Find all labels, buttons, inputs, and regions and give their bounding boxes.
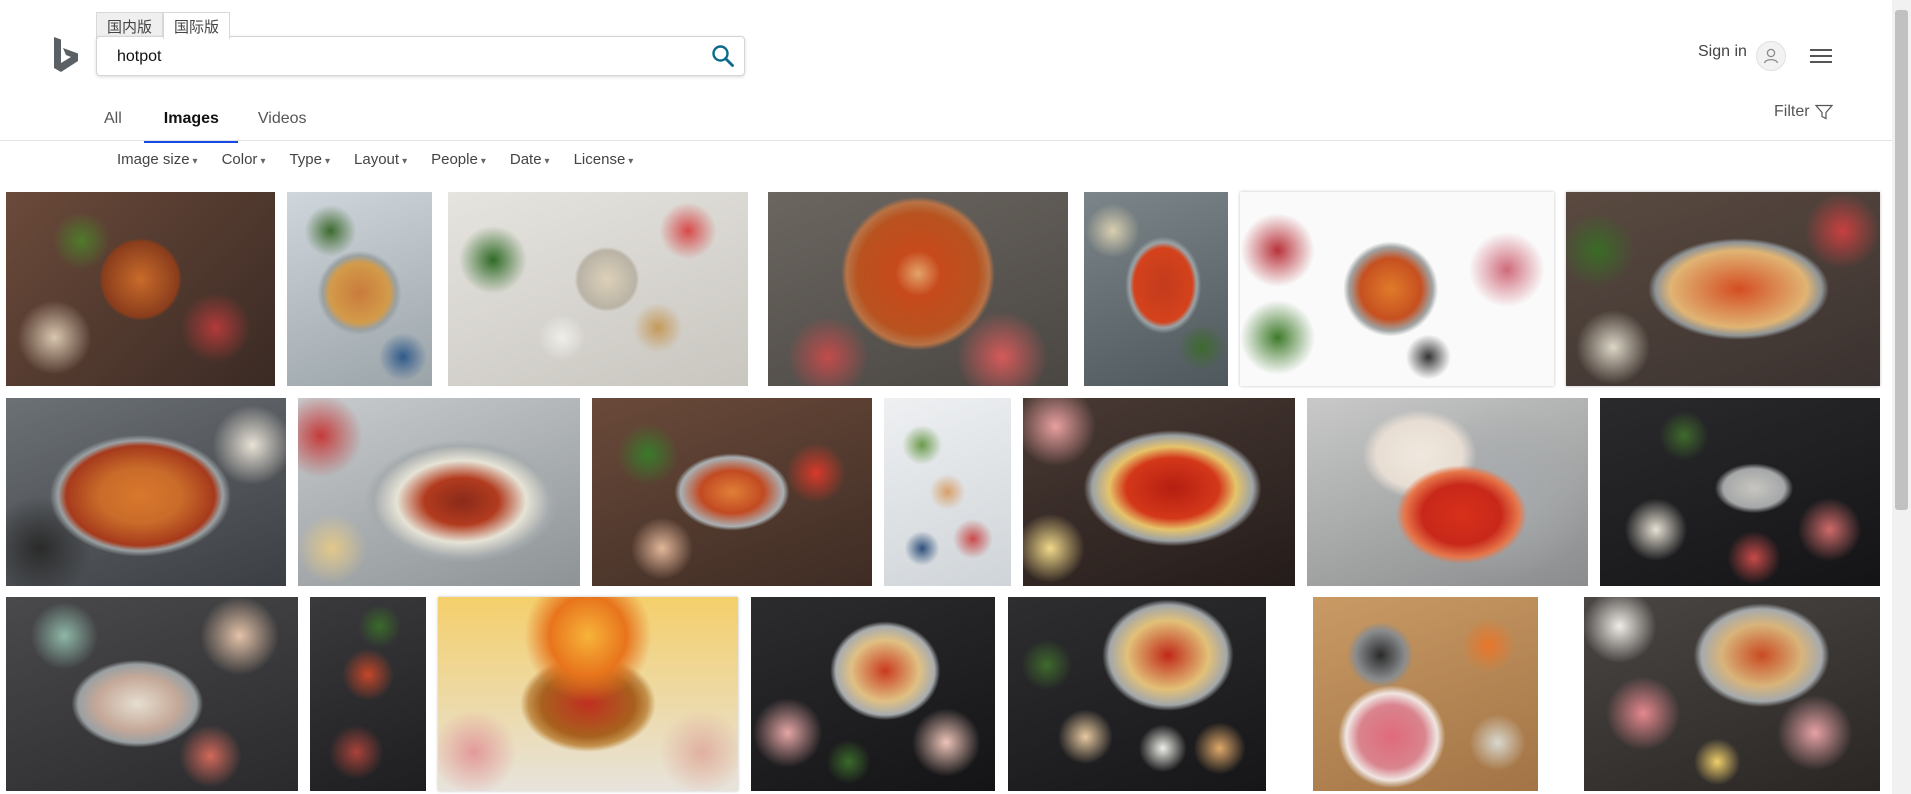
region-tabs: 国内版 国际版	[96, 12, 231, 39]
funnel-icon	[1814, 104, 1833, 120]
filter-label: Filter	[1774, 103, 1810, 120]
person-icon	[1763, 48, 1779, 64]
image-result[interactable]	[6, 192, 275, 386]
image-result[interactable]	[592, 398, 872, 586]
tab-videos[interactable]: Videos	[258, 108, 307, 143]
image-result[interactable]	[6, 398, 286, 586]
search-box	[96, 36, 745, 77]
image-result[interactable]	[1566, 192, 1880, 386]
chevron-down-icon: ▾	[480, 156, 486, 167]
image-result[interactable]	[1313, 597, 1538, 791]
chevron-down-icon: ▾	[192, 156, 198, 167]
image-result[interactable]	[6, 597, 298, 791]
image-result[interactable]	[1240, 192, 1554, 386]
filter-layout[interactable]: Layout ▾	[354, 151, 407, 168]
filter-button[interactable]: Filter	[1774, 103, 1833, 121]
bing-logo-icon[interactable]	[52, 35, 80, 75]
filter-color[interactable]: Color ▾	[222, 151, 266, 168]
filter-image-size[interactable]: Image size ▾	[117, 151, 198, 168]
region-tab-international[interactable]: 国际版	[163, 12, 231, 39]
tab-images[interactable]: Images	[143, 108, 238, 143]
image-result[interactable]	[1307, 398, 1588, 586]
image-result[interactable]	[1584, 597, 1880, 791]
filter-type-label: Type	[289, 151, 322, 168]
filter-type[interactable]: Type ▾	[289, 151, 330, 168]
image-result[interactable]	[438, 597, 738, 791]
image-result[interactable]	[310, 597, 426, 791]
sign-in-link[interactable]: Sign in	[1698, 43, 1747, 61]
chevron-down-icon: ▾	[628, 156, 634, 167]
scrollbar-thumb[interactable]	[1895, 10, 1908, 510]
chevron-down-icon: ▾	[402, 156, 408, 167]
filter-layout-label: Layout	[354, 151, 400, 168]
user-avatar-icon[interactable]	[1756, 41, 1786, 71]
filter-people[interactable]: People ▾	[431, 151, 486, 168]
header-divider	[0, 140, 1892, 141]
filter-license[interactable]: License ▾	[574, 151, 634, 168]
filter-date[interactable]: Date ▾	[510, 151, 550, 168]
filter-people-label: People	[431, 151, 478, 168]
vertical-tabs: All Images Videos	[104, 108, 307, 143]
region-tab-domestic[interactable]: 国内版	[96, 12, 164, 39]
filter-image-size-label: Image size	[117, 151, 190, 168]
hamburger-menu-icon[interactable]	[1810, 47, 1832, 65]
page-scrollbar[interactable]	[1892, 0, 1911, 794]
image-result[interactable]	[1084, 192, 1228, 386]
tab-all[interactable]: All	[104, 108, 122, 143]
chevron-down-icon: ▾	[544, 156, 550, 167]
image-result[interactable]	[448, 192, 748, 386]
filter-color-label: Color	[221, 151, 258, 168]
image-result[interactable]	[298, 398, 580, 586]
image-result[interactable]	[884, 398, 1011, 586]
search-icon[interactable]	[708, 41, 738, 71]
chevron-down-icon: ▾	[325, 156, 331, 167]
filter-license-label: License	[573, 151, 626, 168]
search-input[interactable]	[115, 37, 699, 77]
image-result[interactable]	[287, 192, 432, 386]
image-result[interactable]	[768, 192, 1068, 386]
image-result[interactable]	[1023, 398, 1295, 586]
chevron-down-icon: ▾	[260, 156, 266, 167]
image-result[interactable]	[751, 597, 995, 791]
image-result[interactable]	[1600, 398, 1880, 586]
image-result[interactable]	[1008, 597, 1266, 791]
filter-date-label: Date	[509, 151, 542, 168]
filter-bar: Image size ▾ Color ▾ Type ▾ Layout ▾ People ▾…	[117, 151, 657, 168]
